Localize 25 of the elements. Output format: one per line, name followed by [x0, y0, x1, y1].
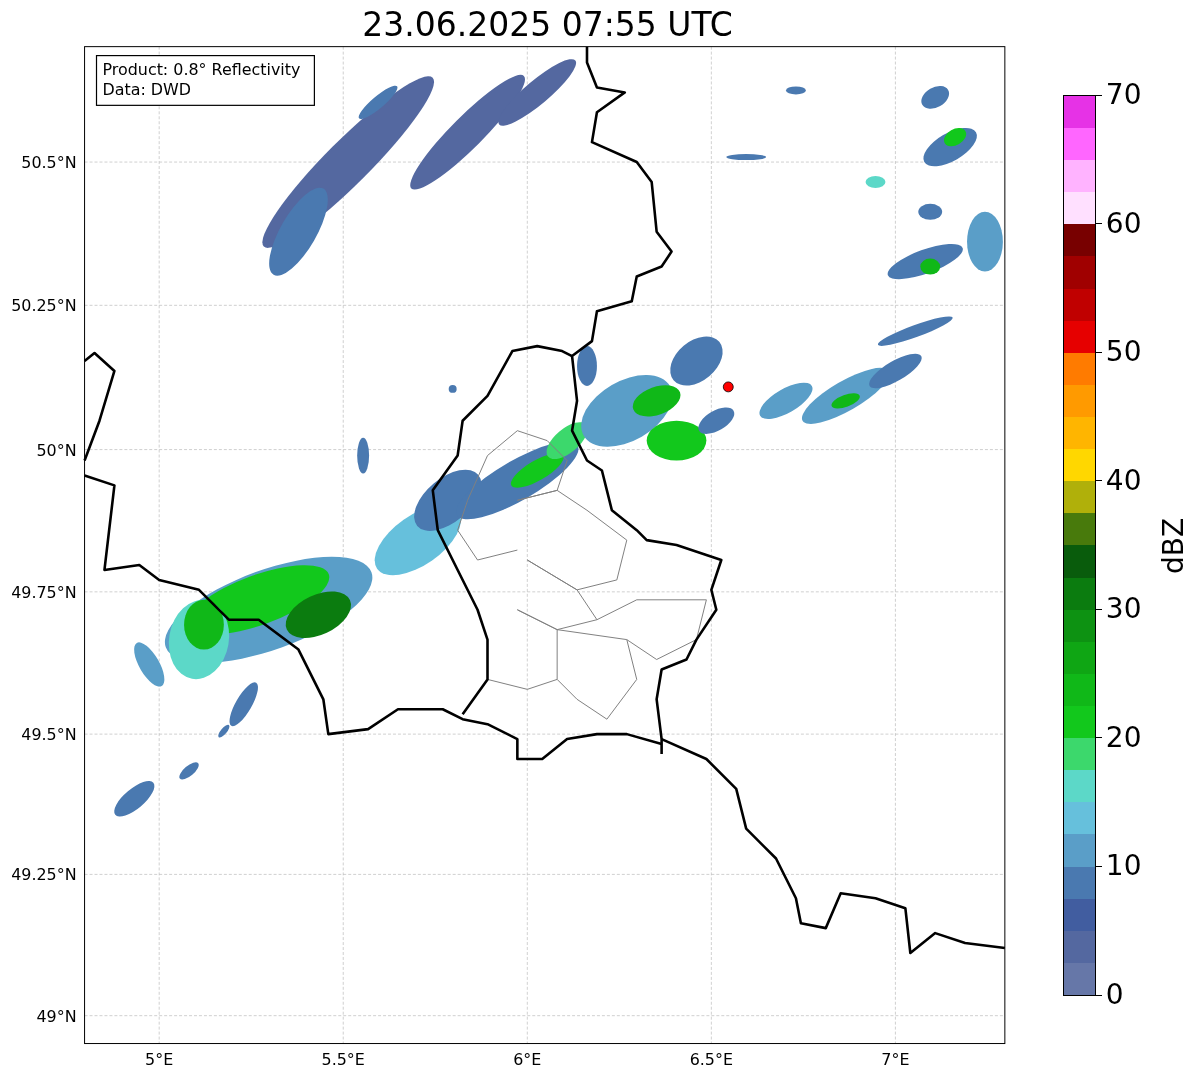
longitude-label: 5°E — [145, 1050, 174, 1070]
info-text: Product: 0.8° Reflectivity — [102, 60, 301, 80]
longitude-label: 5.5°E — [321, 1050, 365, 1070]
colorbar-label: dBZ — [1155, 517, 1191, 574]
latitude-label: 50.25°N — [11, 296, 77, 316]
latitude-label: 49.5°N — [21, 725, 77, 745]
colorbar-tick-label: 0 — [1095, 981, 1124, 1009]
longitude-label: 6°E — [513, 1050, 542, 1070]
latitude-label: 49.75°N — [11, 582, 77, 602]
chart-title: 23.06.2025 07:55 UTC — [362, 3, 733, 41]
latitude-label: 50°N — [36, 440, 77, 460]
colorbar-tick-label: 30 — [1095, 595, 1142, 624]
longitude-label: 7°E — [881, 1050, 910, 1070]
latitude-label: 50.5°N — [21, 153, 77, 172]
colorbar-tick-label: 60 — [1095, 209, 1142, 238]
colorbar-tick-label: 20 — [1095, 723, 1142, 752]
latitude-label: 49°N — [36, 1006, 77, 1026]
info-text: Data: DWD — [102, 80, 192, 100]
longitude-label: 6.5°E — [689, 1050, 733, 1070]
colorbar-tick-label: 40 — [1095, 466, 1142, 495]
location-marker — [722, 381, 734, 393]
colorbar-tick-label: 50 — [1095, 338, 1142, 367]
latitude-label: 49.25°N — [11, 865, 77, 885]
colorbar-tick-label: 10 — [1095, 852, 1142, 881]
colorbar-tick-label: 70 — [1095, 81, 1142, 109]
